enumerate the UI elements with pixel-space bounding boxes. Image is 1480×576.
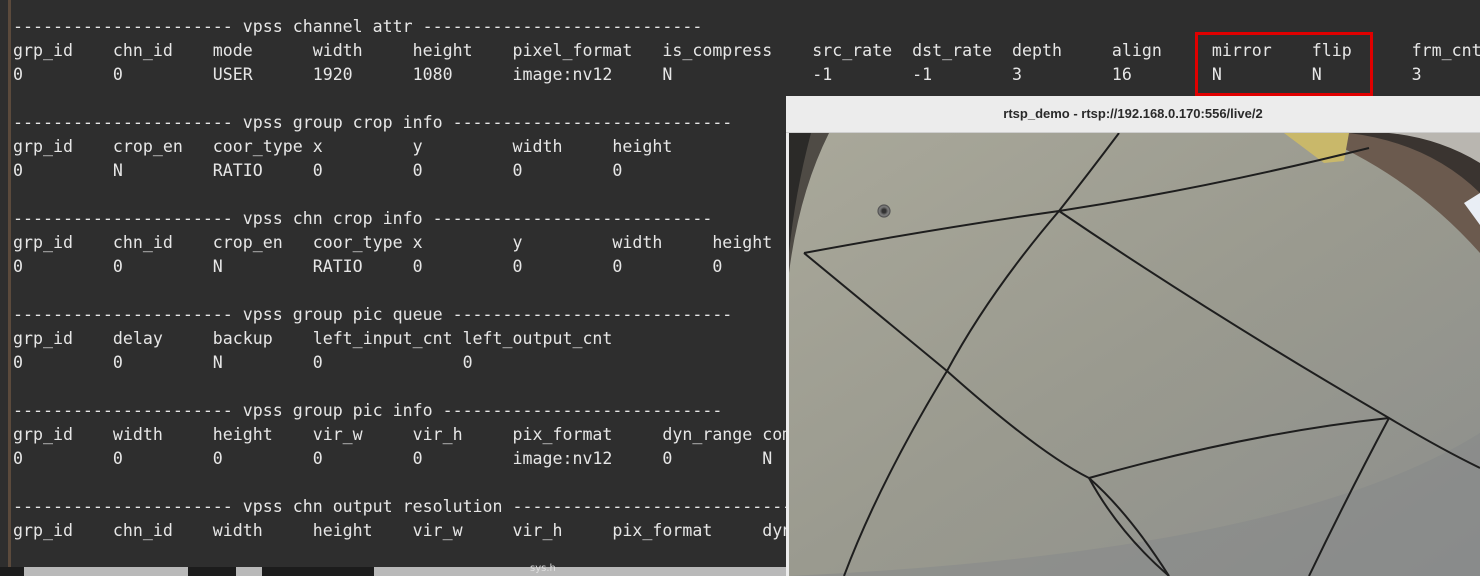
terminal-line: ---------------------- vpss channel attr…: [13, 17, 703, 36]
terminal-line: grp_id chn_id crop_en coor_type x y widt…: [13, 233, 773, 252]
video-frame[interactable]: [789, 133, 1480, 576]
window-edge: [8, 0, 11, 576]
terminal-line: 0 0 N 0 0: [13, 353, 473, 372]
taskbar-tab-label: sys.h: [530, 563, 556, 574]
terminal-line: ---------------------- vpss group pic qu…: [13, 305, 733, 324]
terminal-line: 0 N RATIO 0 0 0 0: [13, 161, 623, 180]
terminal-line: 0 0 0 0 0 image:nv12 0 N: [13, 449, 773, 468]
video-player-window[interactable]: rtsp_demo - rtsp://192.168.0.170:556/liv…: [786, 96, 1480, 576]
terminal-line: grp_id chn_id width height vir_w vir_h p…: [13, 521, 853, 540]
terminal-line: ---------------------- vpss group pic in…: [13, 401, 723, 420]
terminal-line: ---------------------- vpss group crop i…: [13, 113, 733, 132]
mirror-flip-highlight-box: [1195, 32, 1373, 96]
terminal-line: grp_id delay backup left_input_cnt left_…: [13, 329, 613, 348]
terminal-line: ---------------------- vpss chn output r…: [13, 497, 793, 516]
taskbar-slot[interactable]: [188, 567, 236, 576]
terminal-line: grp_id width height vir_w vir_h pix_form…: [13, 425, 843, 444]
terminal-line: ---------------------- vpss chn crop inf…: [13, 209, 713, 228]
taskbar: sys.h: [0, 563, 786, 576]
terminal-line: grp_id crop_en coor_type x y width heigh…: [13, 137, 673, 156]
taskbar-slot[interactable]: [0, 567, 24, 576]
taskbar-tab[interactable]: sys.h: [262, 563, 556, 576]
terminal-line: 0 0 N RATIO 0 0 0 0: [13, 257, 723, 276]
player-title: rtsp_demo - rtsp://192.168.0.170:556/liv…: [1003, 106, 1263, 121]
ceiling-tiles-image: [789, 133, 1480, 576]
player-titlebar[interactable]: rtsp_demo - rtsp://192.168.0.170:556/liv…: [786, 96, 1480, 133]
